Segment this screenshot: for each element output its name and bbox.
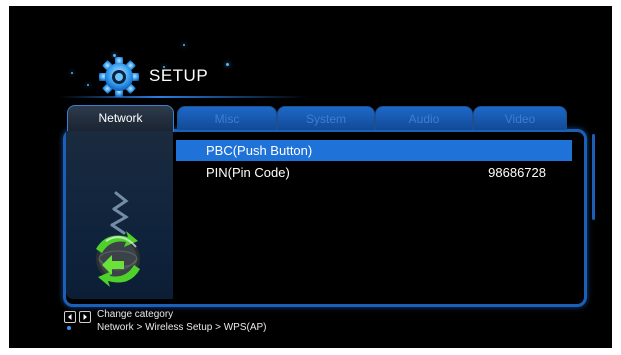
nav-keys [64, 308, 94, 326]
right-arrow-key-icon [79, 310, 91, 323]
category-tabs: Network Misc System Audio Video [67, 105, 567, 132]
tv-screen: SETUP Network Misc System Audio Video PB… [9, 6, 612, 348]
sparkle-decoration [183, 44, 185, 46]
footer-hint: Change category [97, 309, 174, 320]
menu-item-label: PBC(Push Button) [206, 143, 313, 158]
sparkle-decoration [87, 84, 89, 86]
page-title: SETUP [149, 66, 209, 85]
breadcrumb: Network > Wireless Setup > WPS(AP) [97, 322, 267, 333]
left-arrow-key-icon [64, 310, 76, 323]
scrollbar[interactable] [592, 134, 595, 220]
tab-misc[interactable]: Misc [177, 106, 277, 130]
tab-audio[interactable]: Audio [375, 106, 473, 130]
title-underline [59, 96, 309, 98]
gear-icon [94, 52, 144, 102]
tab-video[interactable]: Video [473, 106, 567, 130]
menu-item-label: PIN(Pin Code) [206, 165, 290, 180]
tab-network[interactable]: Network [67, 105, 174, 132]
menu-item-value: 98686728 [488, 165, 546, 180]
tab-system[interactable]: System [277, 106, 375, 130]
category-sidebar [66, 131, 173, 299]
menu-item-pbc[interactable]: PBC(Push Button) [176, 140, 572, 161]
setup-header: SETUP [94, 52, 294, 102]
network-globe-icon [96, 191, 140, 287]
bullet-icon [67, 326, 71, 330]
sparkle-decoration [71, 72, 73, 74]
menu-item-pin[interactable]: PIN(Pin Code) 98686728 [176, 162, 572, 183]
